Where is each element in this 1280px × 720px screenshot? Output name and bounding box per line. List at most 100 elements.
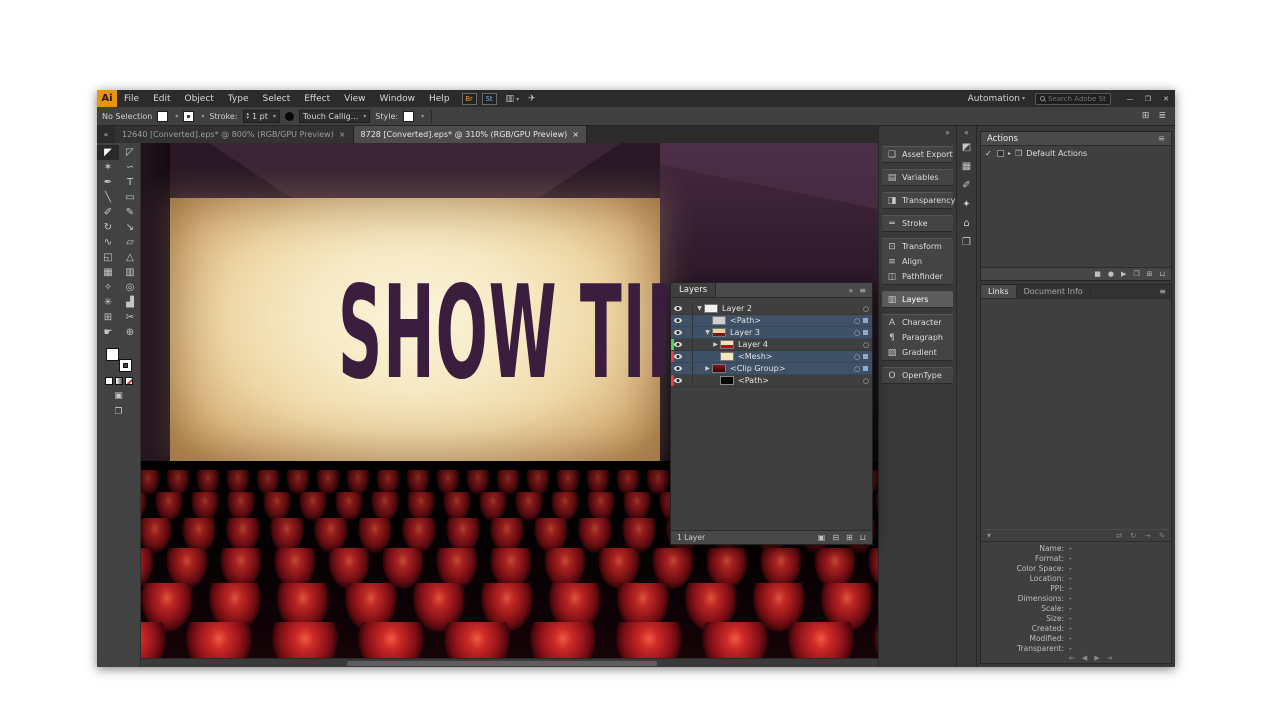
dock-collapse-icon[interactable]: » <box>882 126 953 138</box>
visibility-eye-icon[interactable] <box>673 366 682 371</box>
visibility-eye-icon[interactable] <box>673 354 682 359</box>
layer-name[interactable]: Layer 3 <box>730 328 851 337</box>
last-link-icon[interactable]: ⇥ <box>1107 654 1113 662</box>
close-icon[interactable]: × <box>339 130 346 139</box>
mesh-tool[interactable]: ▦ <box>97 265 119 280</box>
share-icon[interactable]: ✈ <box>528 94 536 104</box>
artboard-tool[interactable]: ⊞ <box>97 310 119 325</box>
stepper-icon[interactable]: ▴ ▾ <box>247 112 250 121</box>
actions-tab[interactable]: Actions <box>987 134 1018 144</box>
lock-cell[interactable] <box>684 315 693 326</box>
edit-original-icon[interactable]: ✎ <box>1159 531 1165 540</box>
delete-layer-icon[interactable]: ⊔ <box>860 533 866 542</box>
chevron-down-icon[interactable] <box>363 113 366 120</box>
line-segment-tool[interactable]: ╲ <box>97 190 119 205</box>
layer-thumbnail[interactable] <box>712 328 726 337</box>
lock-cell[interactable] <box>684 327 693 338</box>
style-swatch[interactable] <box>403 110 415 122</box>
layer-name[interactable]: <Path> <box>730 316 851 325</box>
panel-button-pathfinder[interactable]: ◫ Pathfinder <box>882 269 953 284</box>
rotate-tool[interactable]: ↻ <box>97 220 119 235</box>
layer-thumbnail[interactable] <box>712 364 726 373</box>
actions-panel-header[interactable]: Actions ≡ <box>981 132 1171 146</box>
restore-button[interactable]: ❐ <box>1139 90 1157 107</box>
preferences-icon[interactable]: ≣ <box>1158 111 1166 121</box>
disclosure-icon[interactable]: ▼ <box>703 329 712 336</box>
brush-select[interactable]: Touch Callig... <box>298 109 371 123</box>
layer-name[interactable]: Layer 2 <box>722 304 860 313</box>
layers-panel-header[interactable]: Layers » ≡ <box>671 283 872 298</box>
target-icon[interactable]: ○ <box>860 377 872 385</box>
stroke-color-well[interactable] <box>118 359 132 372</box>
play-icon[interactable]: ▶ <box>1121 270 1126 278</box>
layer-thumbnail[interactable] <box>720 376 734 385</box>
magic-wand-tool[interactable]: ✶ <box>97 160 119 175</box>
panel-menu-icon[interactable]: ≡ <box>1158 134 1165 144</box>
layer-row[interactable]: ▼ Layer 3 ○ <box>671 327 872 339</box>
toolbar-collapse-icon[interactable]: « <box>97 126 115 143</box>
record-icon[interactable]: ● <box>1108 270 1114 278</box>
panel-button-paragraph[interactable]: ¶ Paragraph <box>882 330 953 345</box>
panel-menu-icon[interactable]: ≡ <box>859 286 866 295</box>
stock-icon[interactable]: St <box>481 92 497 105</box>
action-set-row[interactable]: ✓ ▸ ❒ Default Actions <box>981 146 1171 159</box>
layer-row[interactable]: ▼ Layer 2 ○ <box>671 303 872 315</box>
panel-button-opentype[interactable]: O OpenType <box>882 368 953 383</box>
menu-help[interactable]: Help <box>422 90 457 107</box>
layer-name[interactable]: <Path> <box>738 376 860 385</box>
stop-icon[interactable]: ■ <box>1094 270 1101 278</box>
panel-button-character[interactable]: A Character <box>882 315 953 330</box>
swatches-panel-icon[interactable]: ▦ <box>957 157 976 176</box>
visibility-eye-icon[interactable] <box>673 318 682 323</box>
fill-swatch[interactable] <box>157 110 169 122</box>
first-link-icon[interactable]: ⇤ <box>1069 654 1075 662</box>
panel-button-gradient[interactable]: ▨ Gradient <box>882 345 953 360</box>
scale-tool[interactable]: ↘ <box>119 220 141 235</box>
menu-object[interactable]: Object <box>178 90 221 107</box>
color-button[interactable] <box>104 377 113 385</box>
stroke-weight-field[interactable]: ▴ ▾ 1 pt <box>242 109 280 123</box>
stroke-swatch[interactable] <box>183 110 195 122</box>
panel-button-layers[interactable]: ▥ Layers <box>882 292 953 307</box>
panel-button-stroke[interactable]: ═ Stroke <box>882 216 953 231</box>
relink-icon[interactable]: ⇄ <box>1116 531 1122 540</box>
layer-row[interactable]: <Mesh> ○ <box>671 351 872 363</box>
new-sublayer-icon[interactable]: ⊟ <box>832 533 839 542</box>
type-tool[interactable]: T <box>119 175 141 190</box>
brush-preview-icon[interactable] <box>284 111 294 121</box>
color-panel-icon[interactable]: ◩ <box>957 138 976 157</box>
target-icon[interactable]: ○ <box>851 353 863 361</box>
none-button[interactable] <box>124 377 133 385</box>
layer-thumbnail[interactable] <box>720 340 734 349</box>
layer-name[interactable]: <Clip Group> <box>730 364 851 373</box>
layer-name[interactable]: Layer 4 <box>738 340 860 349</box>
shape-builder-tool[interactable]: ◱ <box>97 250 119 265</box>
rectangle-tool[interactable]: ▭ <box>119 190 141 205</box>
pen-tool[interactable]: ✒ <box>97 175 119 190</box>
fill-color-well[interactable] <box>105 348 119 361</box>
target-icon[interactable]: ○ <box>860 341 872 349</box>
hand-tool[interactable]: ☛ <box>97 325 119 340</box>
layer-thumbnail[interactable] <box>712 316 726 325</box>
panel-button-transform[interactable]: ⊡ Transform <box>882 239 953 254</box>
slice-tool[interactable]: ✂ <box>119 310 141 325</box>
screen-mode-icon[interactable]: ❐ <box>97 407 140 417</box>
chevron-down-icon[interactable] <box>273 113 276 120</box>
panel-button-asset-export[interactable]: ❏ Asset Export <box>882 147 953 162</box>
layers-tab[interactable]: Layers <box>671 283 717 297</box>
bridge-icon[interactable]: Br <box>461 92 477 105</box>
gradient-tool[interactable]: ▥ <box>119 265 141 280</box>
drawing-modes-icon[interactable]: ▣ <box>97 391 140 401</box>
close-button[interactable]: ✕ <box>1157 90 1175 107</box>
symbol-sprayer-tool[interactable]: ✳ <box>97 295 119 310</box>
free-transform-tool[interactable]: ▱ <box>119 235 141 250</box>
update-link-icon[interactable]: ↻ <box>1130 531 1136 540</box>
target-icon[interactable]: ○ <box>851 317 863 325</box>
lock-cell[interactable] <box>684 363 693 374</box>
minimize-button[interactable]: — <box>1121 90 1139 107</box>
dialog-toggle-box[interactable] <box>997 150 1004 157</box>
workspace-switcher[interactable]: Automation <box>968 94 1025 104</box>
chevron-down-icon[interactable] <box>175 113 178 120</box>
new-layer-icon[interactable]: ⊞ <box>846 533 853 542</box>
visibility-eye-icon[interactable] <box>673 378 682 383</box>
